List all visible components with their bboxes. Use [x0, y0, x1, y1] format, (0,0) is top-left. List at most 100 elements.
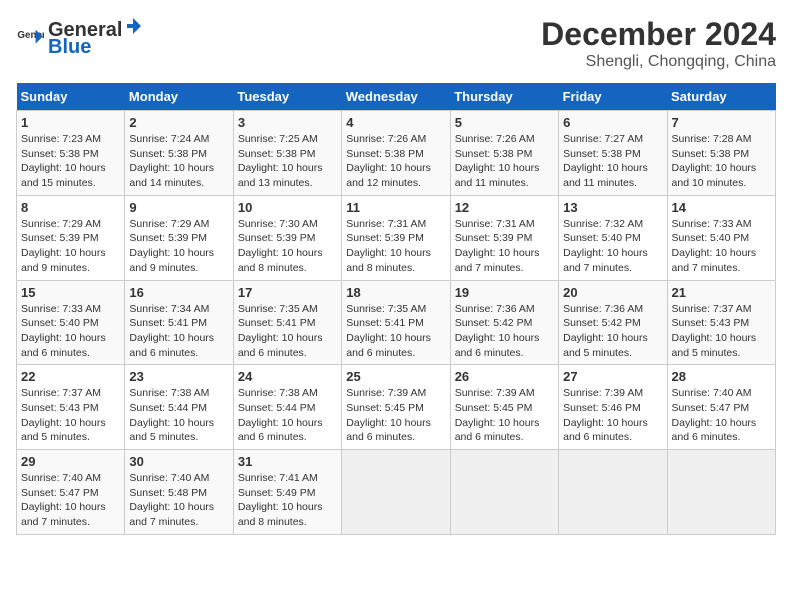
day-content: Sunrise: 7:26 AM Sunset: 5:38 PM Dayligh… [455, 132, 554, 191]
day-content: Sunrise: 7:40 AM Sunset: 5:47 PM Dayligh… [21, 471, 120, 530]
calendar-cell: 15 Sunrise: 7:33 AM Sunset: 5:40 PM Dayl… [17, 280, 125, 365]
calendar-cell: 10 Sunrise: 7:30 AM Sunset: 5:39 PM Dayl… [233, 195, 341, 280]
calendar-cell: 11 Sunrise: 7:31 AM Sunset: 5:39 PM Dayl… [342, 195, 450, 280]
day-content: Sunrise: 7:39 AM Sunset: 5:45 PM Dayligh… [455, 386, 554, 445]
calendar-cell: 12 Sunrise: 7:31 AM Sunset: 5:39 PM Dayl… [450, 195, 558, 280]
day-content: Sunrise: 7:32 AM Sunset: 5:40 PM Dayligh… [563, 217, 662, 276]
day-content: Sunrise: 7:30 AM Sunset: 5:39 PM Dayligh… [238, 217, 337, 276]
calendar-cell [667, 450, 775, 535]
calendar-table: SundayMondayTuesdayWednesdayThursdayFrid… [16, 83, 776, 535]
day-header-saturday: Saturday [667, 83, 775, 111]
week-row-2: 8 Sunrise: 7:29 AM Sunset: 5:39 PM Dayli… [17, 195, 776, 280]
day-number: 21 [672, 285, 771, 300]
day-number: 29 [21, 454, 120, 469]
page-header: General General Blue December 2024 Sheng… [16, 16, 776, 71]
day-number: 31 [238, 454, 337, 469]
day-number: 2 [129, 115, 228, 130]
day-content: Sunrise: 7:33 AM Sunset: 5:40 PM Dayligh… [672, 217, 771, 276]
day-number: 8 [21, 200, 120, 215]
day-number: 3 [238, 115, 337, 130]
logo-arrow-icon [123, 16, 143, 36]
day-number: 4 [346, 115, 445, 130]
day-content: Sunrise: 7:27 AM Sunset: 5:38 PM Dayligh… [563, 132, 662, 191]
day-number: 6 [563, 115, 662, 130]
day-content: Sunrise: 7:36 AM Sunset: 5:42 PM Dayligh… [455, 302, 554, 361]
day-content: Sunrise: 7:39 AM Sunset: 5:46 PM Dayligh… [563, 386, 662, 445]
calendar-cell: 23 Sunrise: 7:38 AM Sunset: 5:44 PM Dayl… [125, 365, 233, 450]
day-content: Sunrise: 7:36 AM Sunset: 5:42 PM Dayligh… [563, 302, 662, 361]
calendar-cell: 18 Sunrise: 7:35 AM Sunset: 5:41 PM Dayl… [342, 280, 450, 365]
location-title: Shengli, Chongqing, China [541, 53, 776, 71]
calendar-cell: 5 Sunrise: 7:26 AM Sunset: 5:38 PM Dayli… [450, 111, 558, 196]
day-number: 15 [21, 285, 120, 300]
day-content: Sunrise: 7:39 AM Sunset: 5:45 PM Dayligh… [346, 386, 445, 445]
calendar-cell: 13 Sunrise: 7:32 AM Sunset: 5:40 PM Dayl… [559, 195, 667, 280]
calendar-cell: 22 Sunrise: 7:37 AM Sunset: 5:43 PM Dayl… [17, 365, 125, 450]
calendar-cell: 29 Sunrise: 7:40 AM Sunset: 5:47 PM Dayl… [17, 450, 125, 535]
day-number: 16 [129, 285, 228, 300]
day-number: 5 [455, 115, 554, 130]
calendar-cell: 19 Sunrise: 7:36 AM Sunset: 5:42 PM Dayl… [450, 280, 558, 365]
day-number: 1 [21, 115, 120, 130]
day-number: 27 [563, 369, 662, 384]
day-number: 7 [672, 115, 771, 130]
calendar-cell: 9 Sunrise: 7:29 AM Sunset: 5:39 PM Dayli… [125, 195, 233, 280]
calendar-cell: 20 Sunrise: 7:36 AM Sunset: 5:42 PM Dayl… [559, 280, 667, 365]
day-number: 25 [346, 369, 445, 384]
calendar-cell: 14 Sunrise: 7:33 AM Sunset: 5:40 PM Dayl… [667, 195, 775, 280]
day-content: Sunrise: 7:35 AM Sunset: 5:41 PM Dayligh… [346, 302, 445, 361]
day-number: 12 [455, 200, 554, 215]
calendar-cell: 21 Sunrise: 7:37 AM Sunset: 5:43 PM Dayl… [667, 280, 775, 365]
day-header-thursday: Thursday [450, 83, 558, 111]
day-number: 22 [21, 369, 120, 384]
calendar-cell [342, 450, 450, 535]
day-content: Sunrise: 7:29 AM Sunset: 5:39 PM Dayligh… [21, 217, 120, 276]
calendar-cell: 27 Sunrise: 7:39 AM Sunset: 5:46 PM Dayl… [559, 365, 667, 450]
day-content: Sunrise: 7:37 AM Sunset: 5:43 PM Dayligh… [672, 302, 771, 361]
week-row-4: 22 Sunrise: 7:37 AM Sunset: 5:43 PM Dayl… [17, 365, 776, 450]
day-number: 20 [563, 285, 662, 300]
day-content: Sunrise: 7:31 AM Sunset: 5:39 PM Dayligh… [346, 217, 445, 276]
logo-icon: General [16, 24, 44, 52]
day-content: Sunrise: 7:25 AM Sunset: 5:38 PM Dayligh… [238, 132, 337, 191]
calendar-cell: 2 Sunrise: 7:24 AM Sunset: 5:38 PM Dayli… [125, 111, 233, 196]
day-header-wednesday: Wednesday [342, 83, 450, 111]
day-number: 26 [455, 369, 554, 384]
day-number: 18 [346, 285, 445, 300]
week-row-5: 29 Sunrise: 7:40 AM Sunset: 5:47 PM Dayl… [17, 450, 776, 535]
day-number: 23 [129, 369, 228, 384]
day-number: 30 [129, 454, 228, 469]
day-header-sunday: Sunday [17, 83, 125, 111]
day-header-friday: Friday [559, 83, 667, 111]
day-number: 9 [129, 200, 228, 215]
day-number: 14 [672, 200, 771, 215]
calendar-cell: 8 Sunrise: 7:29 AM Sunset: 5:39 PM Dayli… [17, 195, 125, 280]
calendar-cell: 30 Sunrise: 7:40 AM Sunset: 5:48 PM Dayl… [125, 450, 233, 535]
calendar-cell [450, 450, 558, 535]
calendar-cell: 17 Sunrise: 7:35 AM Sunset: 5:41 PM Dayl… [233, 280, 341, 365]
calendar-cell [559, 450, 667, 535]
title-section: December 2024 Shengli, Chongqing, China [541, 16, 776, 71]
day-content: Sunrise: 7:29 AM Sunset: 5:39 PM Dayligh… [129, 217, 228, 276]
day-content: Sunrise: 7:35 AM Sunset: 5:41 PM Dayligh… [238, 302, 337, 361]
day-content: Sunrise: 7:23 AM Sunset: 5:38 PM Dayligh… [21, 132, 120, 191]
day-content: Sunrise: 7:40 AM Sunset: 5:47 PM Dayligh… [672, 386, 771, 445]
day-content: Sunrise: 7:34 AM Sunset: 5:41 PM Dayligh… [129, 302, 228, 361]
day-header-monday: Monday [125, 83, 233, 111]
calendar-cell: 28 Sunrise: 7:40 AM Sunset: 5:47 PM Dayl… [667, 365, 775, 450]
day-number: 13 [563, 200, 662, 215]
calendar-cell: 16 Sunrise: 7:34 AM Sunset: 5:41 PM Dayl… [125, 280, 233, 365]
day-number: 24 [238, 369, 337, 384]
calendar-cell: 31 Sunrise: 7:41 AM Sunset: 5:49 PM Dayl… [233, 450, 341, 535]
calendar-cell: 4 Sunrise: 7:26 AM Sunset: 5:38 PM Dayli… [342, 111, 450, 196]
calendar-cell: 6 Sunrise: 7:27 AM Sunset: 5:38 PM Dayli… [559, 111, 667, 196]
calendar-cell: 25 Sunrise: 7:39 AM Sunset: 5:45 PM Dayl… [342, 365, 450, 450]
day-content: Sunrise: 7:37 AM Sunset: 5:43 PM Dayligh… [21, 386, 120, 445]
calendar-cell: 1 Sunrise: 7:23 AM Sunset: 5:38 PM Dayli… [17, 111, 125, 196]
week-row-1: 1 Sunrise: 7:23 AM Sunset: 5:38 PM Dayli… [17, 111, 776, 196]
day-number: 28 [672, 369, 771, 384]
days-header-row: SundayMondayTuesdayWednesdayThursdayFrid… [17, 83, 776, 111]
month-title: December 2024 [541, 16, 776, 53]
logo: General General Blue [16, 16, 144, 59]
day-number: 17 [238, 285, 337, 300]
